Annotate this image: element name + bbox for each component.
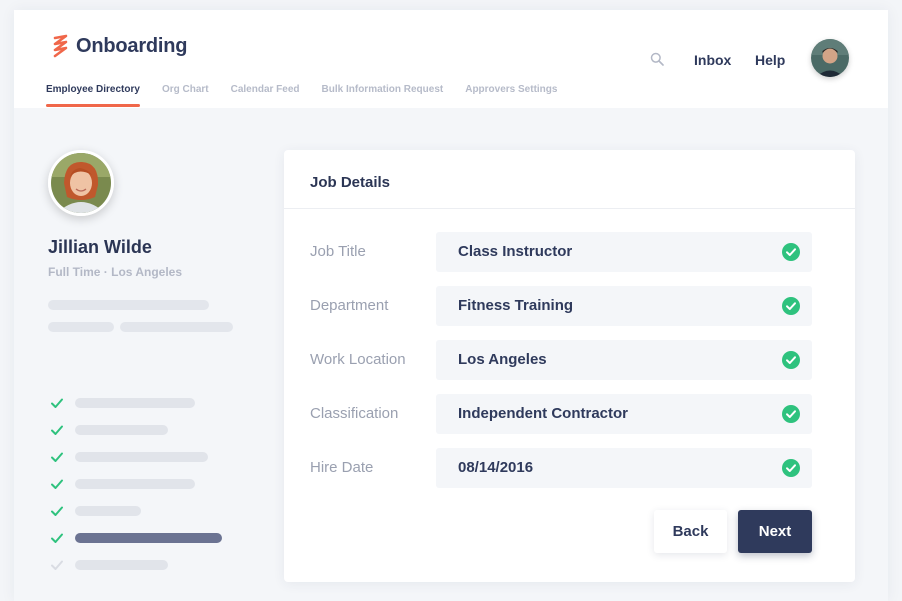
checklist-item-current[interactable] — [50, 532, 222, 544]
check-icon — [51, 506, 63, 516]
placeholder-line — [48, 322, 114, 332]
field-job-title: Job Title Class Instructor — [310, 232, 812, 272]
check-icon — [51, 452, 63, 462]
check-circle-icon — [782, 459, 800, 477]
back-button[interactable]: Back — [654, 510, 727, 553]
divider — [284, 208, 855, 209]
onboarding-logo-icon — [53, 34, 68, 58]
checklist-bar-current — [75, 533, 222, 543]
field-label: Hire Date — [310, 459, 374, 476]
field-work-location: Work Location Los Angeles — [310, 340, 812, 380]
checklist-bar — [75, 506, 141, 516]
hire-date-field[interactable]: 08/14/2016 — [436, 448, 812, 488]
top-bar: Onboarding Employee Directory Org Chart … — [14, 10, 888, 108]
profile-name: Jillian Wilde — [48, 237, 152, 257]
check-circle-icon — [782, 297, 800, 315]
check-circle-icon — [782, 243, 800, 261]
tab-calendar-feed[interactable]: Calendar Feed — [231, 84, 300, 108]
profile-photo-icon — [51, 153, 111, 213]
avatar[interactable] — [811, 39, 849, 77]
check-icon — [51, 560, 63, 570]
check-icon — [51, 398, 63, 408]
field-label: Work Location — [310, 351, 406, 368]
help-link[interactable]: Help — [755, 52, 785, 68]
field-value: 08/14/2016 — [458, 459, 534, 476]
field-label: Job Title — [310, 243, 366, 260]
field-value: Fitness Training — [458, 297, 574, 314]
placeholder-line — [120, 322, 233, 332]
checklist-item[interactable] — [50, 559, 168, 571]
nav-tabs: Employee Directory Org Chart Calendar Fe… — [46, 84, 579, 108]
field-label: Classification — [310, 405, 399, 422]
tab-employee-directory[interactable]: Employee Directory — [46, 84, 140, 108]
check-icon — [51, 425, 63, 435]
search-icon[interactable] — [650, 52, 664, 66]
tab-bulk-information-request[interactable]: Bulk Information Request — [322, 84, 444, 108]
department-field[interactable]: Fitness Training — [436, 286, 812, 326]
placeholder-line — [48, 300, 209, 310]
next-button[interactable]: Next — [738, 510, 812, 553]
checklist-bar — [75, 398, 195, 408]
field-value: Class Instructor — [458, 243, 573, 260]
checklist-bar — [75, 479, 195, 489]
brand[interactable]: Onboarding — [52, 34, 188, 58]
checklist-item[interactable] — [50, 505, 141, 517]
checklist-item[interactable] — [50, 424, 168, 436]
job-details-card: Job Details Job Title Class Instructor D… — [284, 150, 855, 582]
profile-meta: Full Time · Los Angeles — [48, 265, 183, 279]
checklist-item[interactable] — [50, 478, 195, 490]
field-value: Independent Contractor — [458, 405, 629, 422]
field-label: Department — [310, 297, 389, 314]
tab-approvers-settings[interactable]: Approvers Settings — [465, 84, 557, 108]
job-title-field[interactable]: Class Instructor — [436, 232, 812, 272]
field-value: Los Angeles — [458, 351, 547, 368]
checklist-item[interactable] — [50, 397, 195, 409]
checklist-bar — [75, 452, 208, 462]
check-icon — [51, 479, 63, 489]
user-avatar-icon — [811, 39, 849, 77]
check-circle-icon — [782, 351, 800, 369]
work-location-field[interactable]: Los Angeles — [436, 340, 812, 380]
field-classification: Classification Independent Contractor — [310, 394, 812, 434]
field-department: Department Fitness Training — [310, 286, 812, 326]
checklist-item[interactable] — [50, 451, 208, 463]
profile-avatar — [48, 150, 114, 216]
card-title: Job Details — [310, 174, 391, 191]
check-icon — [51, 533, 63, 543]
checklist-bar — [75, 560, 168, 570]
inbox-link[interactable]: Inbox — [694, 52, 731, 68]
checklist-bar — [75, 425, 168, 435]
tab-org-chart[interactable]: Org Chart — [162, 84, 209, 108]
app-title: Onboarding — [76, 34, 188, 57]
app-window: Onboarding Employee Directory Org Chart … — [14, 10, 888, 601]
field-hire-date: Hire Date 08/14/2016 — [310, 448, 812, 488]
check-circle-icon — [782, 405, 800, 423]
classification-field[interactable]: Independent Contractor — [436, 394, 812, 434]
